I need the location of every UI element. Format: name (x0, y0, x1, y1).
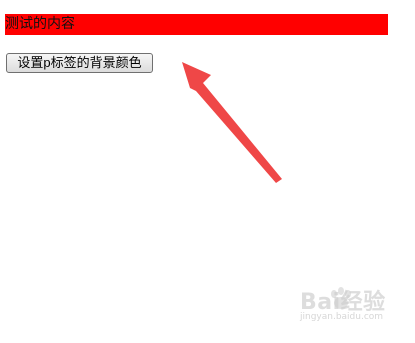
red-arrow-icon (182, 62, 282, 183)
paw-icon (331, 287, 351, 309)
watermark-url: jingyan.baidu.com (300, 312, 384, 322)
baidu-jingyan-watermark: Bai经验 jingyan.baidu.com (282, 284, 412, 334)
set-background-button[interactable]: 设置p标签的背景颜色 (6, 53, 153, 73)
watermark-brand-text: Bai经验 (300, 290, 386, 315)
test-paragraph: 测试的内容 (5, 14, 388, 35)
